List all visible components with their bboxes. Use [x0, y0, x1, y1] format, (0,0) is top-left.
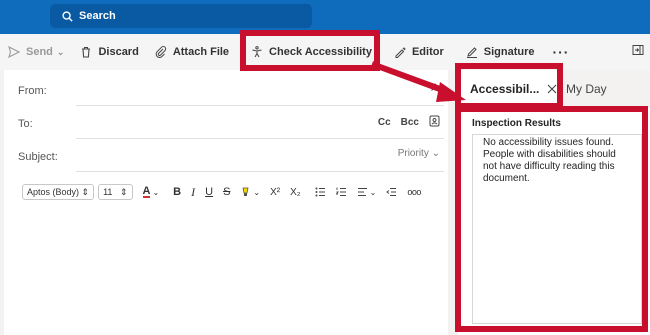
bullet-list-icon	[315, 187, 325, 197]
divider	[76, 171, 444, 172]
updown-icon: ⇕	[81, 186, 90, 197]
accessibility-pane: Accessibil... My Day Inspection Results …	[458, 70, 650, 335]
signature-button[interactable]: Signature	[458, 38, 543, 66]
check-accessibility-label: Check Accessibility	[269, 46, 372, 58]
signature-pen-icon	[466, 47, 477, 58]
compose-toolbar: Send ⌄ Discard Attach File Check Accessi…	[0, 34, 650, 70]
trash-icon	[82, 46, 91, 58]
tab-accessibility[interactable]: Accessibil...	[458, 70, 560, 108]
send-icon	[8, 46, 20, 58]
updown-icon: ⇕	[119, 186, 128, 197]
search-box[interactable]: Search	[50, 4, 312, 28]
italic-button[interactable]: I	[191, 185, 195, 200]
chevron-down-icon: ⌄	[369, 187, 377, 197]
highlight-button[interactable]: ⌄	[240, 187, 260, 198]
editor-label: Editor	[411, 46, 444, 58]
subject-label: Subject:	[18, 151, 58, 163]
font-family-value: Aptos (Body)	[27, 187, 80, 197]
pop-out-icon[interactable]	[632, 44, 644, 59]
numbered-list-icon	[335, 187, 346, 196]
chevron-down-icon: ⌄	[253, 187, 261, 197]
numbering-button[interactable]	[335, 187, 347, 197]
from-label: From:	[18, 85, 47, 97]
to-row[interactable]: To: Cc Bcc	[18, 113, 444, 139]
font-size-value: 11	[103, 187, 113, 197]
compose-area: From: To: Cc Bcc Subject: Priority ⌄ Apt…	[4, 70, 448, 335]
bcc-button[interactable]: Bcc	[401, 117, 419, 128]
font-family-select[interactable]: Aptos (Body) ⇕	[22, 184, 95, 200]
inspection-results-box: No accessibility issues found. People wi…	[472, 134, 642, 324]
inspection-results-text: No accessibility issues found. People wi…	[483, 137, 616, 184]
inspection-results-heading: Inspection Results	[472, 118, 561, 129]
from-row[interactable]: From:	[18, 80, 444, 106]
discard-label: Discard	[98, 46, 139, 58]
bullets-button[interactable]	[315, 187, 326, 197]
more-options-button[interactable]: ···	[542, 38, 579, 66]
font-size-select[interactable]: 11 ⇕	[98, 184, 133, 200]
bold-button[interactable]: B	[173, 186, 181, 198]
close-icon[interactable]	[547, 84, 557, 94]
search-icon	[62, 10, 73, 22]
superscript-button[interactable]: X²	[270, 187, 280, 198]
tab-my-day-label: My Day	[566, 82, 607, 96]
chevron-up-double-icon[interactable]	[430, 82, 440, 92]
priority-dropdown[interactable]: Priority ⌄	[388, 148, 440, 159]
align-button[interactable]: ⌄	[357, 187, 377, 197]
format-bar: Aptos (Body) ⇕ 11 ⇕ A ⌄ B I U S ⌄ X² X₂ ⌄…	[22, 182, 421, 202]
priority-label: Priority	[397, 148, 429, 159]
send-button[interactable]: Send ⌄	[0, 38, 72, 66]
highlighter-icon	[242, 187, 249, 196]
attach-file-label: Attach File	[172, 46, 230, 58]
subscript-button[interactable]: X₂	[290, 187, 301, 198]
pane-body: Inspection Results No accessibility issu…	[458, 108, 650, 335]
send-label: Send	[26, 46, 53, 58]
discard-button[interactable]: Discard	[72, 38, 146, 66]
editor-icon	[395, 47, 406, 58]
attach-file-button[interactable]: Attach File	[147, 38, 237, 66]
chevron-down-icon: ⌄	[152, 187, 160, 197]
chevron-down-icon[interactable]: ⌄	[57, 47, 65, 58]
check-accessibility-button[interactable]: Check Accessibility	[243, 38, 380, 66]
tab-my-day[interactable]: My Day	[566, 70, 607, 108]
font-color-button[interactable]: A ⌄	[142, 185, 160, 198]
cc-button[interactable]: Cc	[378, 117, 391, 128]
outdent-button[interactable]	[386, 187, 397, 197]
strikethrough-button[interactable]: S	[223, 186, 230, 198]
tab-accessibility-label: Accessibil...	[470, 82, 540, 96]
subject-row[interactable]: Subject: Priority ⌄	[18, 146, 444, 172]
contact-picker-icon[interactable]	[429, 115, 440, 130]
editor-button[interactable]: Editor	[386, 38, 452, 66]
accessibility-icon	[252, 46, 262, 58]
top-bar: Search	[0, 0, 650, 34]
pane-tabs: Accessibil... My Day	[458, 70, 650, 108]
more-format-button[interactable]: ooo	[407, 187, 421, 197]
align-left-icon	[357, 188, 367, 196]
divider	[76, 138, 444, 139]
to-label: To:	[18, 118, 33, 130]
font-color-icon: A	[142, 185, 151, 198]
outdent-icon	[386, 188, 397, 196]
paperclip-icon	[155, 46, 166, 58]
divider	[76, 105, 444, 106]
signature-label: Signature	[483, 46, 535, 58]
search-label: Search	[79, 10, 116, 22]
underline-button[interactable]: U	[205, 186, 213, 198]
